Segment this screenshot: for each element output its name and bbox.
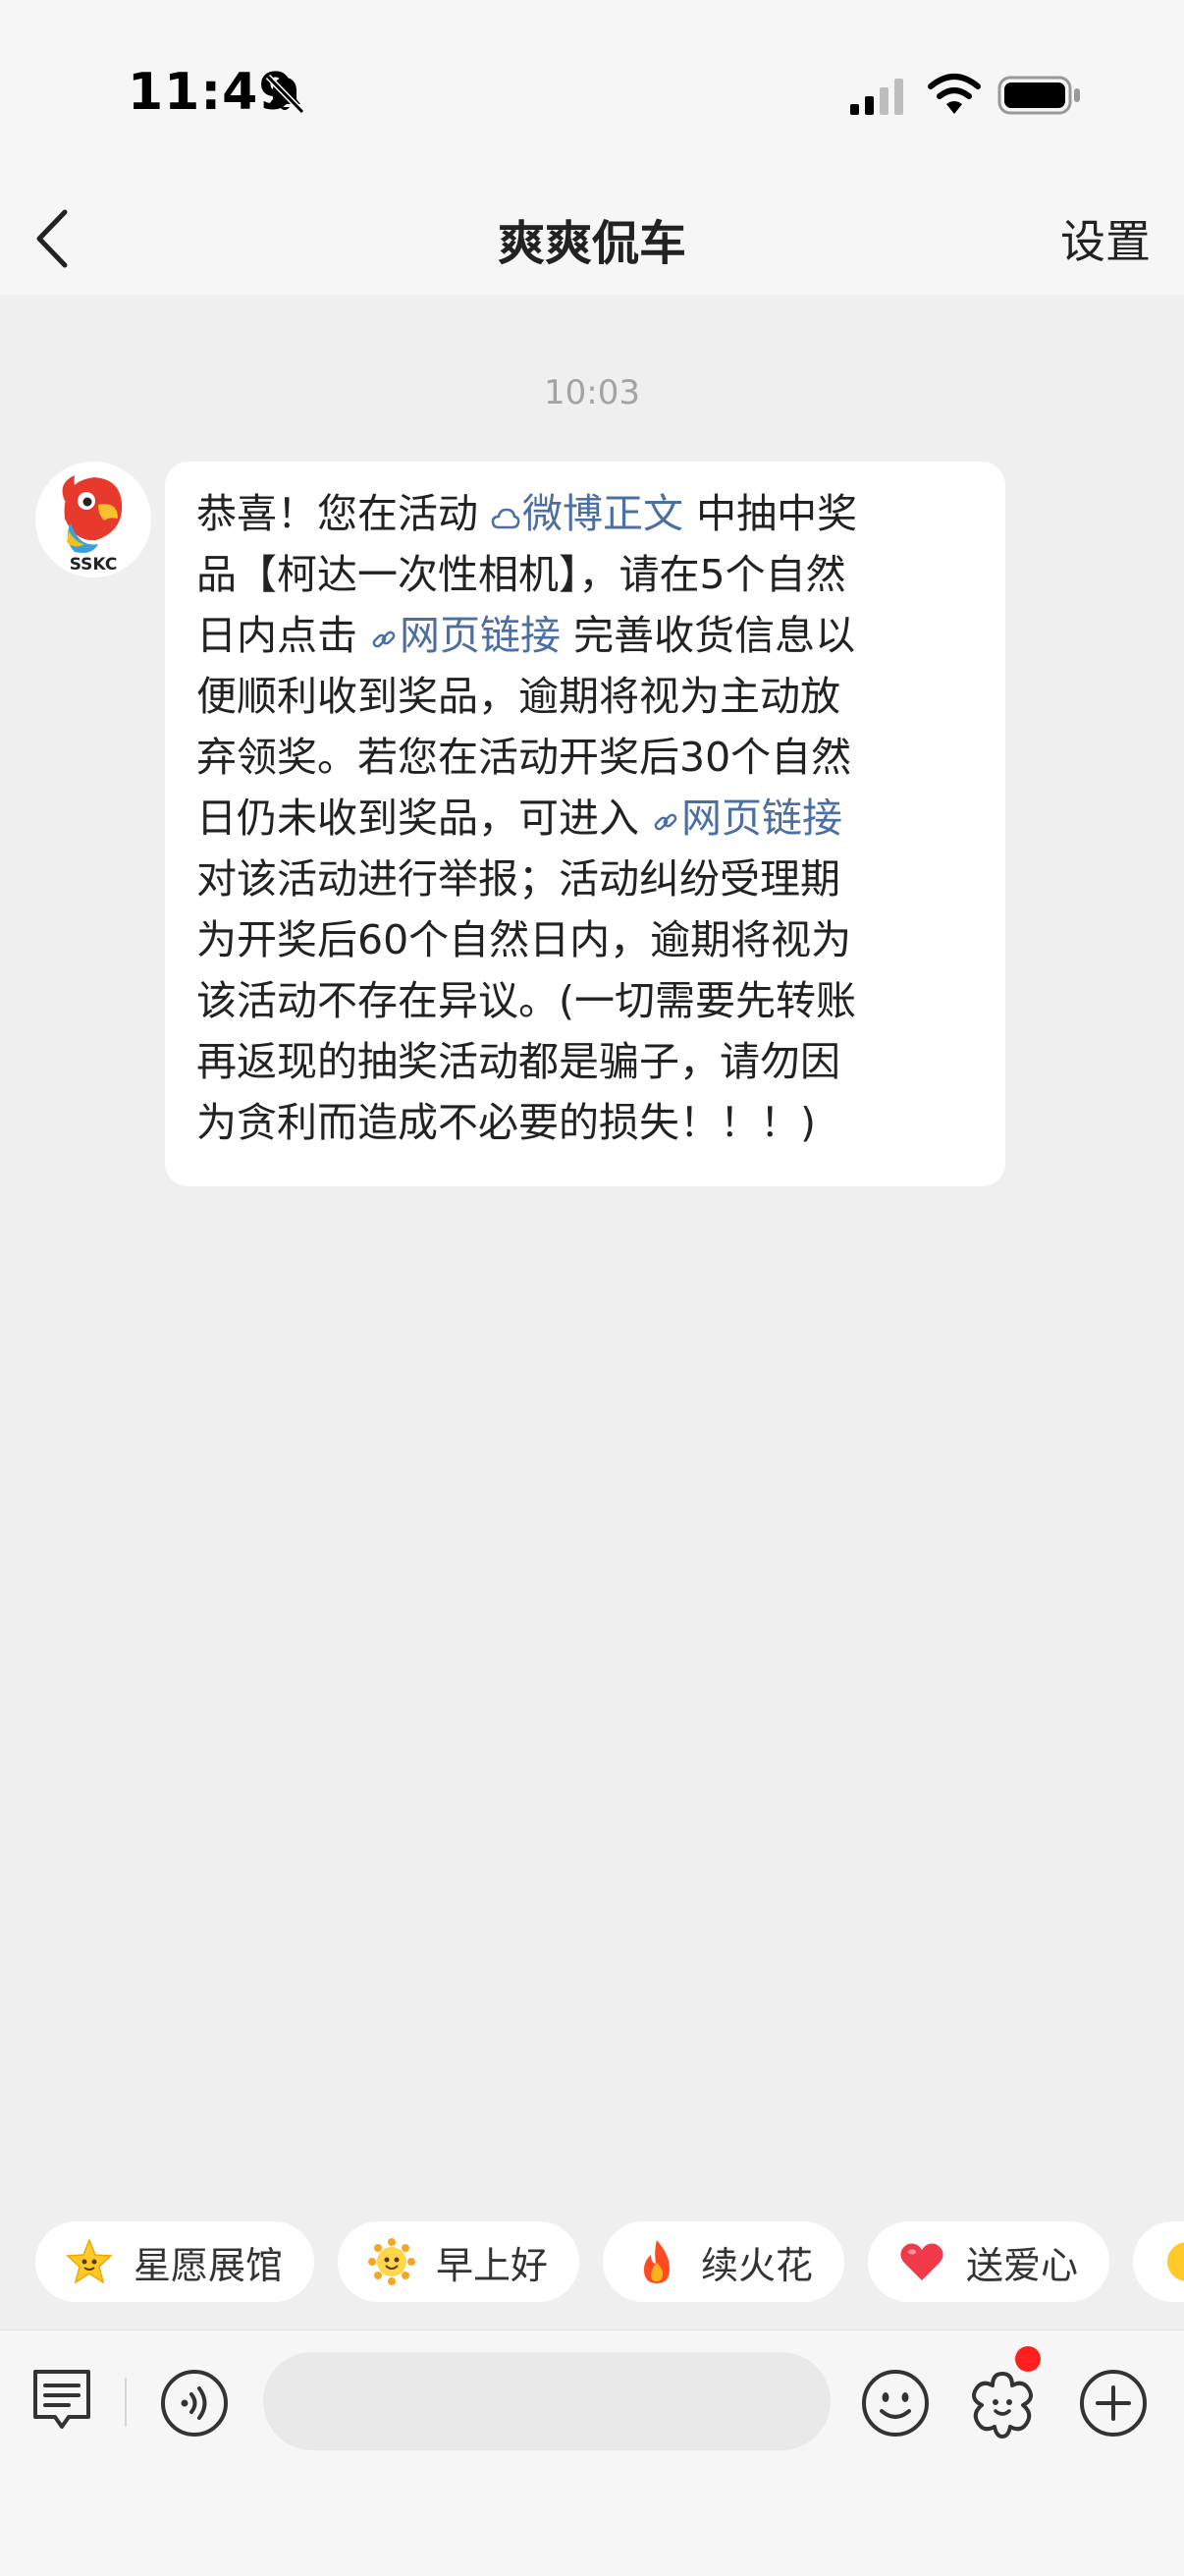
weibo-cloud-icon <box>491 508 520 529</box>
emoji-icon[interactable] <box>860 2368 931 2439</box>
message-text: 恭喜！您在活动 <box>196 490 492 537</box>
message-line: 该活动不存在异议。(一切需要先转账 <box>196 977 856 1024</box>
message-line: 再返现的抽奖活动都是骗子，请勿因 <box>196 1038 840 1085</box>
fire-emoji-icon <box>644 2240 670 2283</box>
message-line: 对该活动进行举报；活动纠纷受理期 <box>196 855 840 903</box>
message-text: 完善收货信息以 <box>561 612 856 659</box>
quick-reply-more[interactable] <box>1133 2221 1184 2302</box>
message-line: 品【柯达一次性相机】，请在5个自然 <box>196 551 846 598</box>
bottom-toolbar <box>0 2329 1184 2576</box>
message-text: 日仍未收到奖品，可进入 <box>196 795 653 842</box>
status-bar: 11:49 <box>0 0 1184 187</box>
message-text: 中抽中奖 <box>683 490 858 537</box>
navigation-bar: 爽爽侃车 设置 <box>0 187 1184 295</box>
message-line: 为开奖后60个自然日内，逾期将视为 <box>196 916 852 963</box>
toolbar-divider <box>125 2378 127 2427</box>
avatar[interactable]: SSKC <box>35 462 151 577</box>
web-link[interactable]: 网页链接 <box>652 795 842 842</box>
message-timestamp: 10:03 <box>544 373 640 412</box>
quick-reply-good-morning[interactable]: 早上好 <box>338 2221 579 2302</box>
message-text: 日内点击 <box>196 612 371 659</box>
star-emoji-icon <box>66 2237 113 2284</box>
message-line: 日内点击 网页链接 完善收货信息以 <box>196 605 976 666</box>
settings-button[interactable]: 设置 <box>1060 206 1151 271</box>
quick-reply-keep-streak[interactable]: 续火花 <box>603 2221 844 2302</box>
cellular-signal-icon <box>850 79 903 115</box>
message-line: 恭喜！您在活动 微博正文 中抽中奖 <box>196 483 976 544</box>
flower-icon[interactable] <box>966 2368 1039 2440</box>
message-line: 便顺利收到奖品，逾期将视为主动放 <box>196 673 840 720</box>
emoji-icon <box>1167 2242 1184 2281</box>
bell-slash-icon <box>265 74 305 115</box>
link-icon <box>654 813 677 831</box>
wifi-icon <box>928 74 981 114</box>
quick-reply-send-love[interactable]: 送爱心 <box>868 2221 1109 2302</box>
sun-emoji-icon <box>368 2238 415 2285</box>
message-line: 弃领奖。若您在活动开奖后30个自然 <box>196 734 852 781</box>
page-title: 爽爽侃车 <box>497 216 686 271</box>
message-line: 为贪利而造成不必要的损失！！！) <box>196 1099 816 1146</box>
quick-reply-bar: 星愿展馆 早上好 续火花 送爱心 <box>35 2221 1184 2302</box>
message-input[interactable] <box>263 2352 831 2450</box>
link-icon <box>372 630 396 648</box>
message-line: 日仍未收到奖品，可进入 网页链接 <box>196 788 976 849</box>
message-menu-icon[interactable] <box>29 2366 94 2439</box>
heart-emoji-icon <box>900 2243 943 2280</box>
message-bubble: 恭喜！您在活动 微博正文 中抽中奖 品【柯达一次性相机】，请在5个自然 日内点击… <box>165 462 1005 1186</box>
quick-reply-star-gallery[interactable]: 星愿展馆 <box>35 2221 314 2302</box>
notification-dot <box>1015 2346 1041 2372</box>
web-link[interactable]: 网页链接 <box>370 612 561 659</box>
svg-text:SSKC: SSKC <box>70 555 118 575</box>
voice-icon[interactable] <box>159 2368 230 2439</box>
weibo-post-link[interactable]: 微博正文 <box>491 490 683 537</box>
battery-icon <box>997 76 1080 115</box>
plus-icon[interactable] <box>1078 2368 1149 2439</box>
parrot-logo-icon: SSKC <box>36 463 150 576</box>
